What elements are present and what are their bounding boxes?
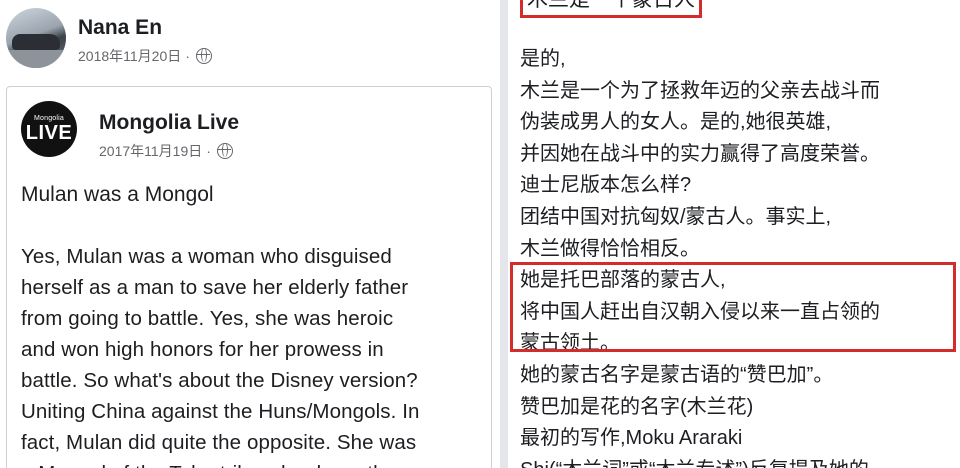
meta-separator: · [185,48,190,64]
highlight-box [510,262,956,352]
facebook-post-panel: Nana En 2018年11月20日 · Mongolia LIVE Mong… [0,0,500,468]
translation-line: 并因她在战斗中的实力赢得了高度荣誉。 [520,142,880,165]
translation-line: 伪装成男人的女人。是的,她很英雄, [520,111,832,134]
translation-line: Shi(“木兰词”或“木兰专述”)反复提及她的 [520,455,880,468]
poster-meta: 2018年11月20日 · [78,46,212,66]
post-title: Mulan was a Mongol [21,183,214,206]
translation-line: 木兰做得恰恰相反。 [520,237,700,260]
page-name[interactable]: Mongolia Live [99,111,239,135]
post-date[interactable]: 2018年11月20日 [78,46,181,66]
translation-line: 木兰是一个为了拯救年迈的父亲去战斗而 [520,79,880,102]
car-image [12,34,60,50]
post-body: Yes, Mulan was a woman who disguised her… [21,245,420,468]
meta-separator: · [206,143,211,159]
translation-line: 团结中国对抗匈奴/蒙古人。事实上, [520,205,832,228]
translation-line: 是的, [520,48,566,70]
globe-icon[interactable] [216,143,233,159]
translation-title: 木兰是一个蒙古人 [520,0,702,18]
avatar-logo-small: Mongolia [33,115,64,122]
panel-divider [500,0,508,468]
poster-avatar[interactable] [6,8,66,68]
globe-icon[interactable] [195,48,212,64]
translation-text: 是的, 木兰是一个为了拯救年迈的父亲去战斗而 伪装成男人的女人。是的,她很英雄,… [520,44,880,468]
translation-line: 迪士尼版本怎么样? [520,174,692,197]
poster-name[interactable]: Nana En [78,16,162,40]
shared-post-date[interactable]: 2017年11月19日 [99,141,202,161]
page-avatar[interactable]: Mongolia LIVE [21,101,77,157]
avatar-logo-big: LIVE [25,122,73,144]
translation-line: 她的蒙古名字是蒙古语的“赞巴加”。 [520,363,834,386]
translation-line: 赞巴加是花的名字(木兰花) [520,395,754,418]
shared-post-card[interactable]: Mongolia LIVE Mongolia Live 2017年11月19日 … [6,86,492,468]
shared-post-meta: 2017年11月19日 · [99,141,233,161]
translation-line: 最初的写作,Moku Araraki [520,427,743,450]
translation-panel: 木兰是一个蒙古人 是的, 木兰是一个为了拯救年迈的父亲去战斗而 伪装成男人的女人… [508,0,960,468]
